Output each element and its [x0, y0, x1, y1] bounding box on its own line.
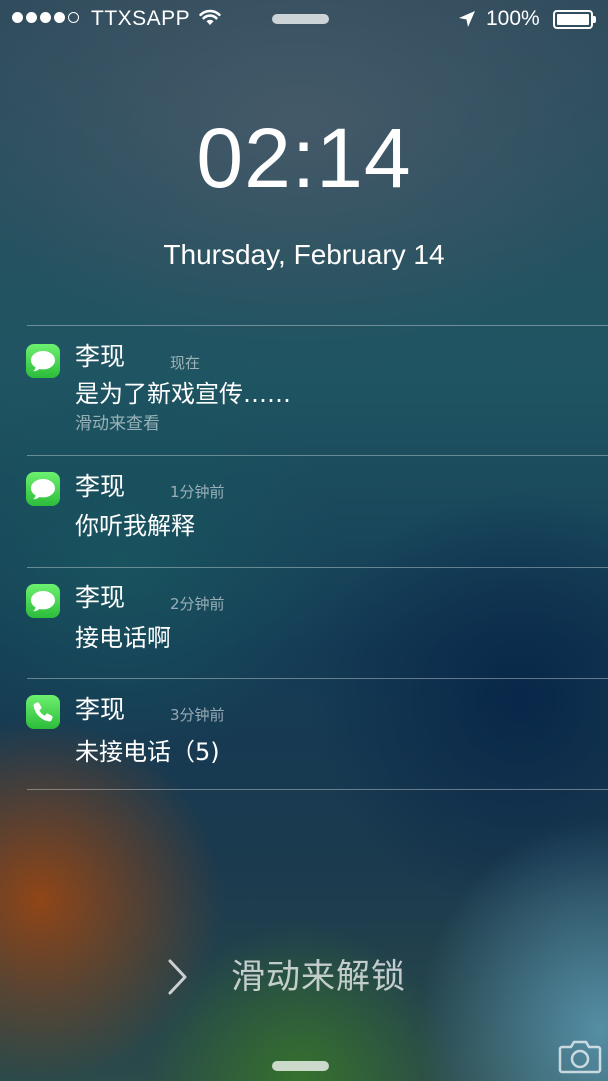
- notification-sender: 李现: [75, 342, 126, 371]
- divider: [27, 789, 608, 790]
- control-center-handle[interactable]: [272, 1061, 329, 1071]
- notification-item[interactable]: 李现 3分钟前 未接电话（5): [0, 679, 608, 789]
- location-arrow-icon: [459, 11, 475, 27]
- messages-icon: [26, 344, 60, 378]
- slide-to-unlock-label[interactable]: 滑动来解锁: [231, 955, 406, 999]
- messages-icon: [26, 472, 60, 506]
- notification-time: 2分钟前: [170, 595, 225, 613]
- camera-icon[interactable]: [558, 1038, 602, 1074]
- notification-time: 现在: [170, 354, 201, 372]
- lock-screen-time: 02:14: [196, 111, 412, 205]
- notification-sender: 李现: [75, 583, 126, 612]
- notification-message: 你听我解释: [75, 512, 195, 540]
- wifi-icon: [199, 9, 221, 25]
- notification-time: 1分钟前: [170, 483, 225, 501]
- notification-item[interactable]: 李现 现在 是为了新戏宣传…… 滑动来查看: [0, 326, 608, 455]
- status-bar: TTXSAPP 100%: [0, 0, 608, 40]
- notification-slide-hint: 滑动来查看: [75, 414, 160, 434]
- notification-message: 是为了新戏宣传……: [75, 380, 291, 408]
- lock-screen: TTXSAPP 100% 02:14 Thursday, February 14…: [0, 0, 608, 1081]
- chevron-right-icon[interactable]: [166, 958, 190, 996]
- notification-item[interactable]: 李现 2分钟前 接电话啊: [0, 568, 608, 678]
- signal-strength-icon: [12, 12, 79, 23]
- notification-time: 3分钟前: [170, 706, 225, 724]
- lock-screen-date: Thursday, February 14: [163, 239, 445, 270]
- notification-sender: 李现: [75, 472, 126, 501]
- battery-percentage: 100%: [486, 7, 540, 30]
- battery-icon: [553, 10, 597, 29]
- notification-sender: 李现: [75, 695, 126, 724]
- carrier-name: TTXSAPP: [91, 7, 191, 30]
- notification-message: 接电话啊: [75, 624, 171, 652]
- phone-icon: [26, 695, 60, 729]
- notification-message: 未接电话（5): [75, 738, 220, 766]
- notification-item[interactable]: 李现 1分钟前 你听我解释: [0, 456, 608, 567]
- messages-icon: [26, 584, 60, 618]
- notification-center-handle[interactable]: [272, 14, 329, 24]
